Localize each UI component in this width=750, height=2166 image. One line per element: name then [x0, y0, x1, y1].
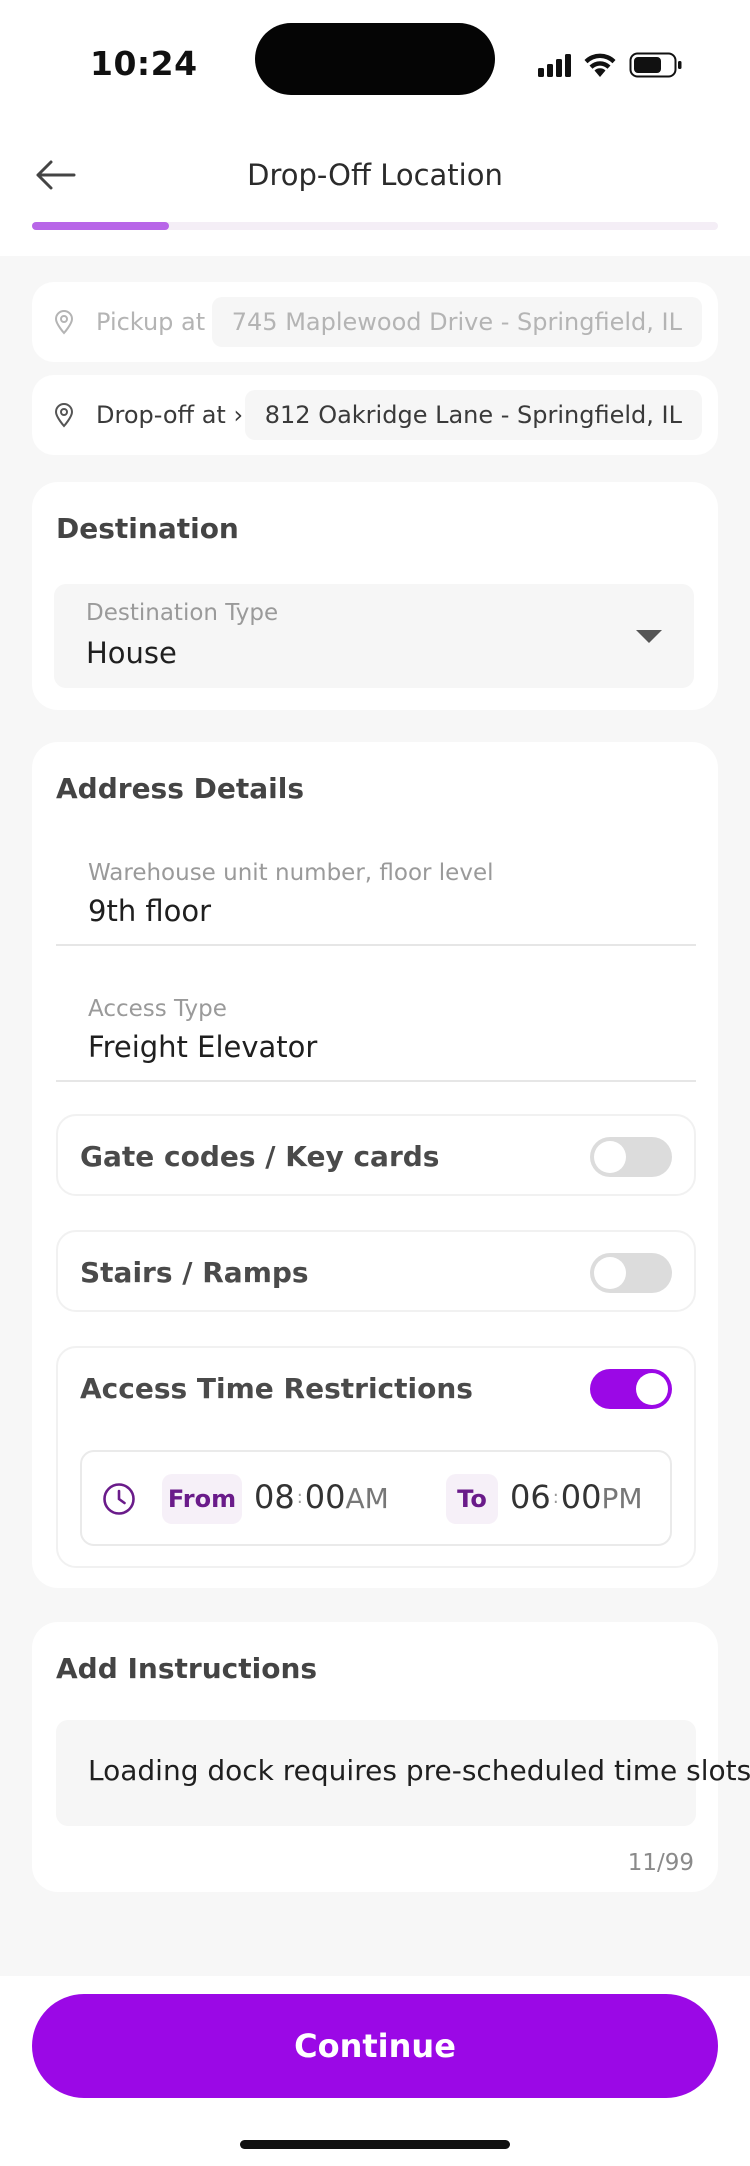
toggle-knob — [636, 1373, 668, 1405]
gate-codes-label: Gate codes / Key cards — [80, 1140, 440, 1173]
address-details-title: Address Details — [56, 772, 305, 805]
location-pin-icon — [50, 401, 78, 429]
access-type-label: Access Type — [88, 996, 227, 1022]
dropoff-label: Drop-off at › — [96, 401, 244, 429]
signal-icon — [538, 53, 571, 77]
from-hour: 08 — [254, 1478, 295, 1516]
toggle-knob — [594, 1257, 626, 1289]
dynamic-island — [255, 23, 495, 95]
gate-codes-row: Gate codes / Key cards — [56, 1114, 696, 1196]
access-time-row: Access Time Restrictions From 08:00AM To… — [56, 1346, 696, 1568]
destination-type-value: House — [86, 636, 177, 670]
from-chip: From — [162, 1474, 242, 1524]
to-colon: : — [552, 1487, 559, 1508]
top-bar: 10:24 Drop-Off Location — [0, 0, 750, 256]
progress-fill — [32, 222, 170, 230]
access-type-value: Freight Elevator — [88, 1030, 318, 1064]
from-time[interactable]: 08:00AM — [254, 1478, 389, 1516]
unit-floor-label: Warehouse unit number, floor level — [88, 860, 494, 886]
to-chip: To — [446, 1474, 498, 1524]
instructions-text: Loading dock requires pre-scheduled time… — [88, 1754, 750, 1787]
stairs-ramps-toggle[interactable] — [590, 1253, 672, 1293]
location-pin-icon — [50, 308, 78, 336]
access-time-label: Access Time Restrictions — [80, 1372, 473, 1405]
pickup-address: 745 Maplewood Drive - Springfield, IL — [211, 297, 702, 347]
pickup-label: Pickup at › — [96, 308, 223, 336]
toggle-knob — [594, 1141, 626, 1173]
to-ampm: PM — [601, 1482, 643, 1515]
wifi-icon — [583, 52, 617, 78]
stairs-ramps-label: Stairs / Ramps — [80, 1256, 309, 1289]
continue-button[interactable]: Continue — [32, 1994, 718, 2098]
destination-type-label: Destination Type — [86, 600, 279, 626]
dropoff-row[interactable]: Drop-off at › 812 Oakridge Lane - Spring… — [32, 375, 718, 455]
dropoff-address: 812 Oakridge Lane - Springfield, IL — [244, 390, 702, 440]
unit-floor-value: 9th floor — [88, 894, 212, 928]
stairs-ramps-row: Stairs / Ramps — [56, 1230, 696, 1312]
character-counter: 11/99 — [627, 1850, 694, 1876]
access-type-field[interactable]: Access Type Freight Elevator — [56, 978, 696, 1082]
home-indicator — [240, 2140, 510, 2149]
destination-title: Destination — [56, 512, 239, 545]
address-details-card: Address Details Warehouse unit number, f… — [32, 742, 718, 1588]
access-time-toggle[interactable] — [590, 1369, 672, 1409]
from-minute: 00 — [304, 1478, 346, 1516]
to-hour: 06 — [510, 1478, 551, 1516]
destination-type-select[interactable]: Destination Type House — [54, 584, 694, 688]
destination-card: Destination Destination Type House — [32, 482, 718, 710]
pickup-row[interactable]: Pickup at › 745 Maplewood Drive - Spring… — [32, 282, 718, 362]
from-colon: : — [296, 1487, 303, 1508]
from-ampm: AM — [345, 1482, 389, 1515]
to-minute: 00 — [560, 1478, 602, 1516]
chevron-down-icon — [636, 630, 662, 643]
gate-codes-toggle[interactable] — [590, 1137, 672, 1177]
instructions-input[interactable]: Loading dock requires pre-scheduled time… — [56, 1720, 750, 1826]
progress-bar — [32, 222, 718, 230]
status-icons — [538, 48, 683, 82]
instructions-card: Add Instructions Loading dock requires p… — [32, 1622, 750, 1892]
battery-icon — [629, 52, 683, 78]
page-title: Drop-Off Location — [247, 158, 503, 192]
clock-icon — [103, 1483, 135, 1515]
time-range-box: From 08:00AM To 06:00PM — [80, 1450, 672, 1546]
status-time: 10:24 — [90, 44, 198, 83]
instructions-title: Add Instructions — [56, 1652, 318, 1685]
unit-floor-field[interactable]: Warehouse unit number, floor level 9th f… — [56, 842, 696, 946]
to-time[interactable]: 06:00PM — [510, 1478, 643, 1516]
bottom-bar: Continue — [0, 1976, 750, 2166]
